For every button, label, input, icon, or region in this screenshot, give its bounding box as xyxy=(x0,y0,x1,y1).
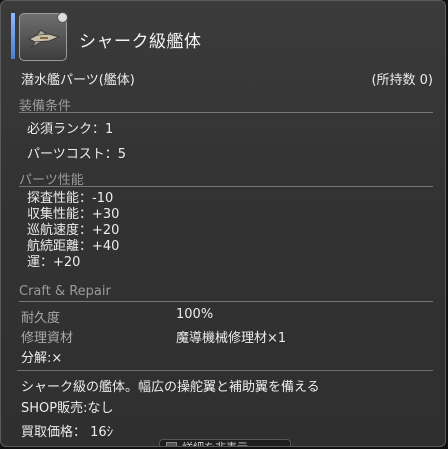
divider xyxy=(17,370,433,371)
item-category: 潜水艦パーツ(艦体) xyxy=(21,73,135,88)
section-craft: Craft & Repair xyxy=(19,284,433,302)
divider xyxy=(19,186,433,187)
section-performance: パーツ性能 xyxy=(19,169,433,188)
stat-collection: 収集性能：+30 xyxy=(27,207,120,222)
details-toggle-label: 詳細を非表示 xyxy=(182,440,248,446)
tooltip-header: シャーク級艦体 xyxy=(11,11,435,63)
submarine-hull-icon xyxy=(19,12,68,61)
status-dot xyxy=(57,12,68,23)
ship-hull-icon xyxy=(27,29,61,49)
durability-label: 耐久度 xyxy=(21,311,61,326)
stat-luck: 運：+20 xyxy=(27,255,81,270)
section-requirements: 装備条件 xyxy=(19,95,433,114)
repair-label: 修理資材 xyxy=(21,331,74,346)
section-craft-title: Craft & Repair xyxy=(19,284,111,299)
required-rank: 必須ランク：1 xyxy=(27,122,114,137)
owned-count: (所持数 0) xyxy=(371,73,433,88)
item-name: シャーク級艦体 xyxy=(79,32,202,51)
parts-cost: パーツコスト：5 xyxy=(27,147,127,162)
divider xyxy=(19,301,433,302)
stat-range: 航続距離：+40 xyxy=(27,239,120,254)
stat-speed: 巡航速度：+20 xyxy=(27,223,120,238)
details-toggle-button[interactable]: 詳細を非表示 xyxy=(159,439,291,446)
stat-exploration: 探査性能：-10 xyxy=(27,191,114,206)
item-tooltip: シャーク級艦体 潜水艦パーツ(艦体) (所持数 0) 装備条件 必須ランク：1 … xyxy=(0,0,446,447)
durability-value: 100% xyxy=(176,307,214,322)
shop-status: SHOP販売:なし xyxy=(21,401,114,416)
desynth-status: 分解:× xyxy=(21,351,63,366)
sell-price: 買取価格： 16ｼ xyxy=(21,425,114,440)
accent-bar xyxy=(11,13,15,59)
repair-value: 魔導機械修理材×1 xyxy=(176,331,287,346)
checkbox-icon xyxy=(166,442,177,446)
divider xyxy=(19,112,433,113)
item-description: シャーク級の艦体。幅広の操舵翼と補助翼を備える xyxy=(21,380,320,395)
